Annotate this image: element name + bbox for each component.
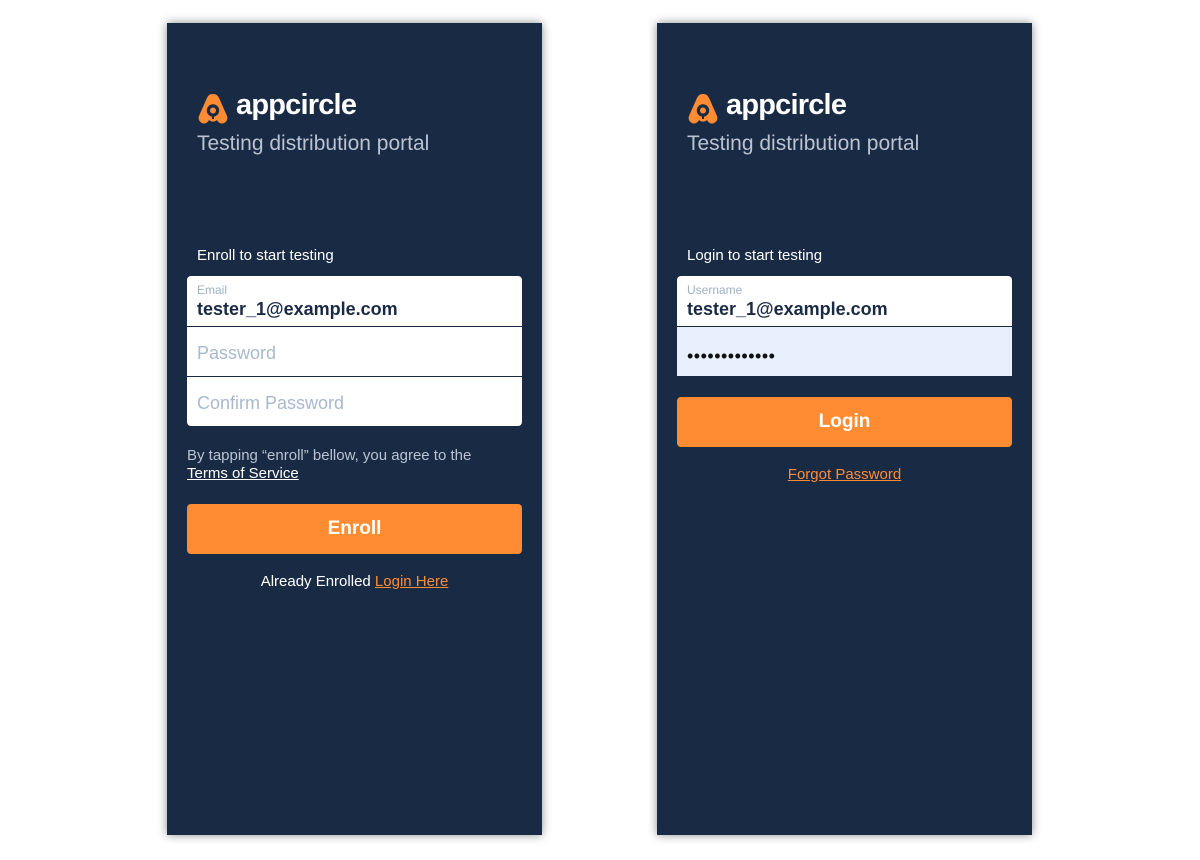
- login-form: Username tester_1@example.com ••••••••••…: [677, 276, 1012, 376]
- login-heading: Login to start testing: [687, 247, 823, 264]
- email-label: Email: [197, 283, 228, 297]
- terms-text: By tapping “enroll” bellow, you agree to…: [187, 447, 472, 464]
- brand-wordmark: appcircle: [236, 89, 357, 121]
- terms-notice: By tapping “enroll” bellow, you agree to…: [187, 447, 471, 483]
- login-button[interactable]: Login: [677, 397, 1012, 447]
- username-value: tester_1@example.com: [687, 299, 888, 319]
- portal-subtitle: Testing distribution portal: [197, 132, 430, 155]
- confirm-password-placeholder: Confirm Password: [197, 393, 345, 413]
- terms-of-service-link[interactable]: Terms of Service: [187, 465, 299, 482]
- password-placeholder: Password: [197, 343, 277, 363]
- already-enrolled-text: Already Enrolled: [260, 573, 371, 590]
- appcircle-logo-icon: [688, 94, 718, 124]
- username-label: Username: [687, 283, 743, 297]
- login-screen: appcircle Testing distribution portal Lo…: [657, 23, 1032, 835]
- confirm-password-field[interactable]: Confirm Password: [187, 376, 522, 426]
- appcircle-logo-icon: [198, 94, 228, 124]
- email-value: tester_1@example.com: [197, 299, 398, 319]
- enroll-screen: appcircle Testing distribution portal En…: [167, 23, 542, 835]
- password-field[interactable]: Password: [187, 326, 522, 376]
- password-field[interactable]: •••••••••••••: [677, 326, 1012, 376]
- username-field[interactable]: Username tester_1@example.com: [677, 276, 1012, 326]
- enroll-form: Email tester_1@example.com Password Conf…: [187, 276, 522, 426]
- forgot-password-link[interactable]: Forgot Password: [788, 466, 901, 483]
- brand-wordmark: appcircle: [726, 89, 847, 121]
- already-enrolled-line: Already Enrolled Login Here: [187, 573, 522, 590]
- login-here-link[interactable]: Login Here: [375, 573, 448, 590]
- password-masked-value: •••••••••••••: [687, 346, 776, 366]
- enroll-button[interactable]: Enroll: [187, 504, 522, 554]
- forgot-password-line: Forgot Password: [677, 466, 1012, 483]
- email-field[interactable]: Email tester_1@example.com: [187, 276, 522, 326]
- portal-subtitle: Testing distribution portal: [687, 132, 920, 155]
- enroll-heading: Enroll to start testing: [197, 247, 334, 264]
